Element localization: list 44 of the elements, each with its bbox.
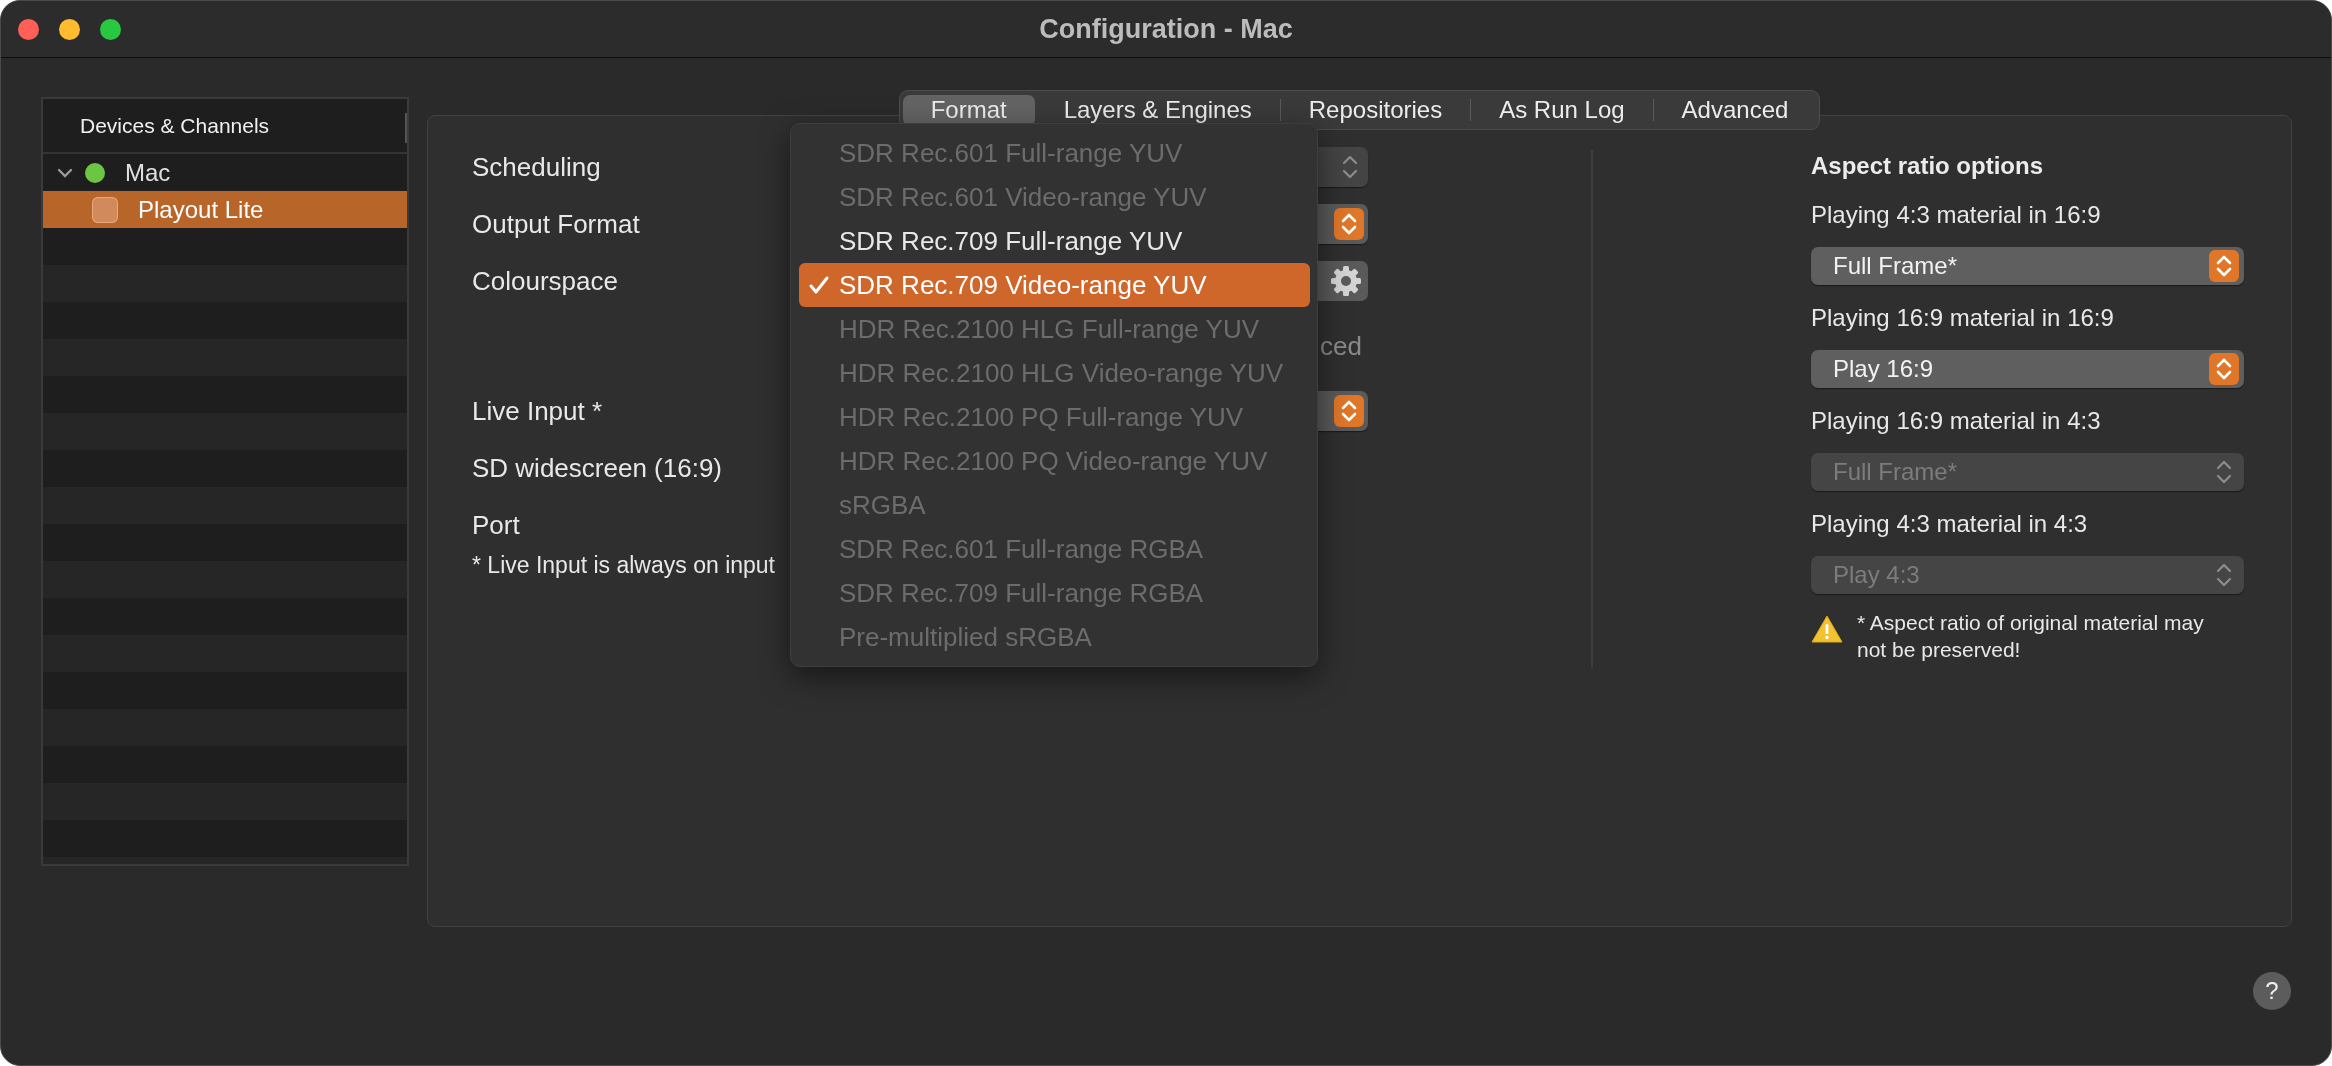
menu-item[interactable]: SDR Rec.709 Full-range YUV (799, 219, 1310, 263)
minimize-button[interactable] (59, 18, 80, 40)
tab[interactable]: Repositories (1280, 94, 1471, 126)
field-label: Playing 4:3 material in 4:3 (1811, 510, 2089, 538)
popup-button[interactable]: Play 16:9 (1811, 350, 2244, 388)
section-title: Aspect ratio options (1811, 152, 2045, 180)
tree-row[interactable]: Mac (43, 154, 407, 191)
up-down-chevron-icon (1334, 208, 1364, 240)
field-label: Port (472, 509, 520, 541)
popup-button[interactable] (1318, 391, 1368, 431)
popup-button[interactable]: Full Frame* (1811, 247, 2244, 285)
zoom-button[interactable] (100, 18, 121, 40)
tree-row[interactable]: Playout Lite (43, 191, 407, 228)
field-label: Scheduling (472, 151, 601, 183)
warning-text: * Aspect ratio of original material may not be preserved! (1857, 610, 2205, 663)
settings-button[interactable] (1318, 261, 1368, 301)
tab[interactable]: Advanced (1653, 94, 1817, 126)
up-down-chevron-icon (2209, 250, 2239, 282)
close-button[interactable] (18, 18, 39, 40)
tab[interactable]: Layers & Engines (1035, 94, 1280, 126)
field-label: Playing 16:9 material in 4:3 (1811, 407, 2102, 435)
window-title: Configuration - Mac (1039, 13, 1293, 45)
checkbox-label: ced (1320, 330, 1363, 362)
gear-icon (1330, 265, 1362, 297)
channel-icon (92, 196, 118, 223)
up-down-chevron-icon (1334, 395, 1364, 427)
up-down-chevron-icon (2216, 459, 2232, 485)
footnote: * Live Input is always on input (472, 552, 775, 579)
up-down-chevron-icon (2216, 562, 2232, 588)
field-label: Output Format (472, 208, 640, 240)
field-label: Playing 4:3 material in 16:9 (1811, 201, 2102, 229)
tab[interactable]: As Run Log (1471, 94, 1653, 126)
tab[interactable]: Format (902, 94, 1035, 126)
column-header: Devices & Channels (80, 113, 270, 138)
field-label: Playing 16:9 material in 16:9 (1811, 304, 2115, 332)
up-down-chevron-icon (1342, 154, 1358, 180)
help-button[interactable]: ? (2253, 972, 2291, 1010)
popup-button[interactable] (1318, 204, 1368, 244)
up-down-chevron-icon (2209, 353, 2239, 385)
menu-item[interactable]: SDR Rec.709 Video-range YUV (799, 263, 1310, 307)
field-label: SD widescreen (16:9) (472, 452, 722, 484)
warning-icon (1811, 615, 1843, 643)
field-label: Live Input * (472, 395, 603, 427)
field-label: Colourspace (472, 265, 618, 297)
